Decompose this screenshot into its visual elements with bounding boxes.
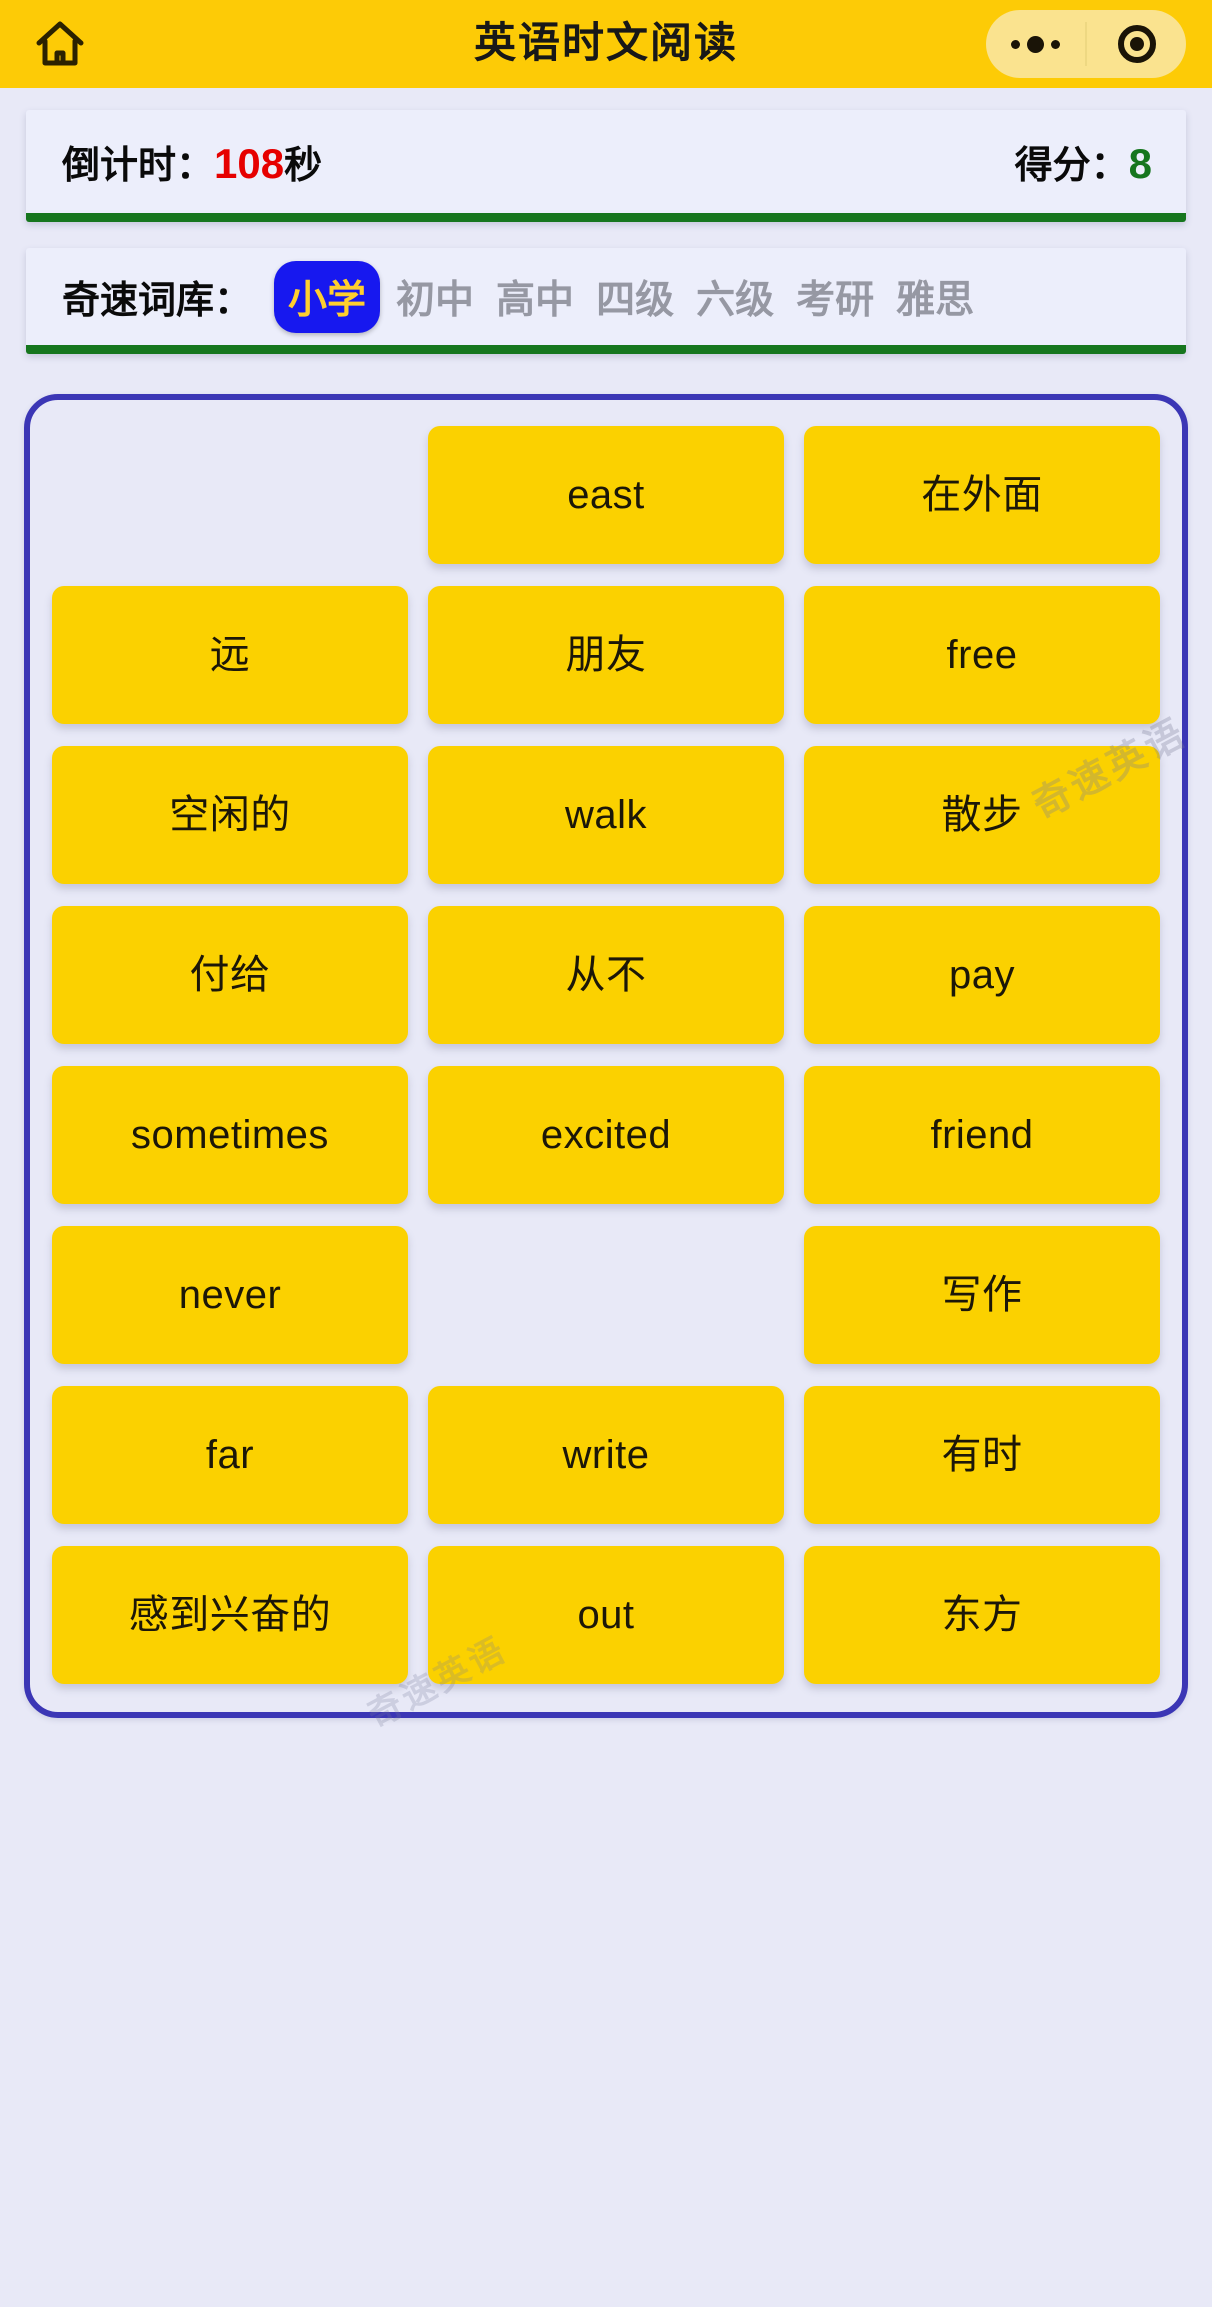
- word-card-label: 写作: [941, 1273, 1023, 1317]
- score-label: 得分：: [1014, 145, 1129, 187]
- level-option-六级[interactable]: 六级: [690, 265, 780, 329]
- word-card[interactable]: 东方: [804, 1546, 1160, 1684]
- vocabulary-level-label: 奇速词库：: [62, 280, 253, 322]
- wechat-capsule: [986, 10, 1186, 78]
- word-card[interactable]: write: [428, 1386, 784, 1524]
- home-icon[interactable]: [28, 12, 92, 76]
- word-card[interactable]: east: [428, 426, 784, 564]
- word-card-label: write: [562, 1433, 650, 1477]
- word-card-label: 从不: [565, 953, 647, 997]
- word-game-area: east 在外面远 朋友 free 空闲的 walk 散步付给 从不 pay sometimes e…: [0, 354, 1212, 1735]
- word-card[interactable]: walk: [428, 746, 784, 884]
- word-card-label: pay: [949, 953, 1015, 997]
- word-card-label: never: [178, 1273, 282, 1317]
- word-card-label: 在外面: [921, 473, 1043, 517]
- word-card-label: east: [567, 473, 645, 517]
- more-dots-icon[interactable]: [986, 10, 1085, 78]
- word-card[interactable]: 有时: [804, 1386, 1160, 1524]
- word-card-label: 感到兴奋的: [128, 1593, 332, 1637]
- info-panels: 倒计时： 108 秒 得分： 8 奇速词库： 小学 初中 高中 四级 六级 考研 雅思: [0, 88, 1212, 354]
- word-card-label: walk: [564, 793, 648, 837]
- level-option-四级[interactable]: 四级: [590, 265, 680, 329]
- word-card-empty: [52, 426, 408, 564]
- countdown-stat: 倒计时： 108 秒: [62, 134, 322, 189]
- level-option-考研[interactable]: 考研: [790, 265, 880, 329]
- countdown-unit: 秒: [284, 145, 323, 187]
- word-card[interactable]: sometimes: [52, 1066, 408, 1204]
- word-card-container: east 在外面远 朋友 free 空闲的 walk 散步付给 从不 pay sometimes e…: [24, 394, 1194, 1735]
- level-option-初中[interactable]: 初中: [390, 265, 480, 329]
- word-card[interactable]: 散步: [804, 746, 1160, 884]
- word-card[interactable]: pay: [804, 906, 1160, 1044]
- word-card[interactable]: 感到兴奋的: [52, 1546, 408, 1684]
- word-card[interactable]: free: [804, 586, 1160, 724]
- word-card-label: 东方: [941, 1593, 1023, 1637]
- word-card[interactable]: 写作: [804, 1226, 1160, 1364]
- word-card-label: sometimes: [131, 1113, 329, 1157]
- word-card-label: 朋友: [565, 633, 647, 677]
- vocabulary-level-options: 小学 初中 高中 四级 六级 考研 雅思: [274, 260, 1168, 333]
- word-card[interactable]: 朋友: [428, 586, 784, 724]
- status-panel: 倒计时： 108 秒 得分： 8: [26, 110, 1186, 222]
- countdown-value: 108: [214, 140, 285, 187]
- word-card[interactable]: out: [428, 1546, 784, 1684]
- navigation-bar: 英语时文阅读: [0, 0, 1212, 88]
- word-card-label: excited: [540, 1113, 672, 1157]
- word-card-label: out: [577, 1593, 635, 1637]
- word-card-label: 空闲的: [169, 793, 291, 837]
- word-card-label: 付给: [189, 953, 271, 997]
- word-card[interactable]: friend: [804, 1066, 1160, 1204]
- word-card-label: 远: [209, 633, 251, 677]
- level-option-雅思[interactable]: 雅思: [890, 265, 980, 329]
- word-card-label: far: [205, 1433, 255, 1477]
- word-card-label: free: [946, 633, 1018, 677]
- score-stat: 得分： 8: [1015, 134, 1152, 189]
- word-card[interactable]: 远: [52, 586, 408, 724]
- word-card[interactable]: 从不: [428, 906, 784, 1044]
- word-card[interactable]: 空闲的: [52, 746, 408, 884]
- page-title: 英语时文阅读: [473, 19, 738, 66]
- word-card[interactable]: 在外面: [804, 426, 1160, 564]
- word-card-label: friend: [930, 1113, 1034, 1157]
- level-option-小学[interactable]: 小学: [274, 260, 381, 333]
- word-card-label: 有时: [941, 1433, 1023, 1477]
- app-screen: 英语时文阅读 倒计时： 108 秒 得分： 8 奇速词库： 小学 初中 高中 四…: [0, 0, 1212, 2307]
- score-value: 8: [1128, 140, 1152, 187]
- countdown-label: 倒计时：: [62, 145, 215, 187]
- level-option-高中[interactable]: 高中: [490, 265, 580, 329]
- word-card-empty: [428, 1226, 784, 1364]
- word-card-label: 散步: [941, 793, 1023, 837]
- target-circle-icon[interactable]: [1087, 10, 1186, 78]
- word-card[interactable]: never: [52, 1226, 408, 1364]
- word-card[interactable]: far: [52, 1386, 408, 1524]
- word-card[interactable]: 付给: [52, 906, 408, 1044]
- word-card-grid: east 在外面远 朋友 free 空闲的 walk 散步付给 从不 pay sometimes e…: [52, 426, 1160, 1684]
- vocabulary-level-panel: 奇速词库： 小学 初中 高中 四级 六级 考研 雅思: [26, 248, 1186, 354]
- word-card[interactable]: excited: [428, 1066, 784, 1204]
